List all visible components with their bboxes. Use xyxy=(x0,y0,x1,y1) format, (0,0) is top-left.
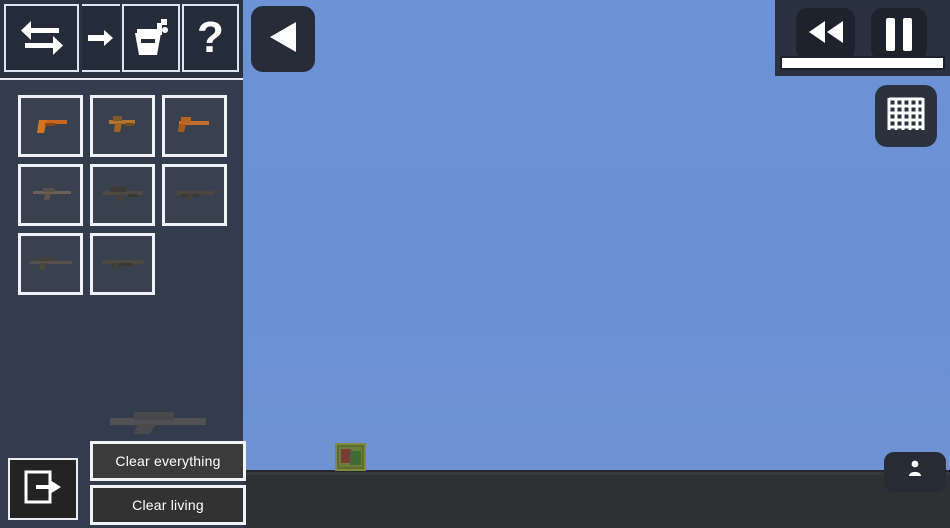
revolver-sprite xyxy=(175,112,215,141)
smg-sprite xyxy=(103,112,143,141)
grid-toggle-button[interactable] xyxy=(875,85,937,147)
move-tool-button[interactable] xyxy=(82,4,120,72)
question-mark-icon: ? xyxy=(197,13,224,62)
crate-block-prop[interactable] xyxy=(335,443,366,471)
timeline-slider[interactable] xyxy=(780,56,945,70)
game-screen: ? Clear everything Clear living xyxy=(0,0,950,528)
weapon-slot-pistol[interactable] xyxy=(18,95,83,157)
weapon-slot-rifle[interactable] xyxy=(18,164,83,226)
grid-mesh-icon xyxy=(886,94,926,139)
arrow-right-icon xyxy=(88,28,114,48)
exit-button[interactable] xyxy=(8,458,78,520)
sniper-sprite xyxy=(28,252,74,277)
swap-tool-button[interactable] xyxy=(4,4,79,72)
clear-everything-button[interactable]: Clear everything xyxy=(90,441,246,481)
weapon-slot-carbine[interactable] xyxy=(90,164,155,226)
timeline-fill xyxy=(782,58,943,68)
pause-button[interactable] xyxy=(871,8,927,60)
rifle-sprite xyxy=(29,183,73,208)
paint-tool-button[interactable] xyxy=(122,4,180,72)
rewind-icon xyxy=(807,19,845,50)
person-icon xyxy=(907,459,923,482)
back-triangle-icon xyxy=(268,20,298,59)
weapon-slot-machine-gun[interactable] xyxy=(90,233,155,295)
weapon-sidebar: ? Clear everything Clear living xyxy=(0,0,246,528)
prop-detail-b xyxy=(350,451,361,465)
exit-door-icon xyxy=(22,467,64,512)
help-tool-button[interactable]: ? xyxy=(182,4,239,72)
weapon-slot-sniper[interactable] xyxy=(18,233,83,295)
swap-arrows-icon xyxy=(19,18,65,58)
weapon-grid xyxy=(18,95,228,295)
weapon-slot-revolver[interactable] xyxy=(162,95,227,157)
shotgun-sprite xyxy=(173,183,217,208)
clear-buttons-group: Clear everything Clear living xyxy=(90,441,246,525)
weapon-slot-smg[interactable] xyxy=(90,95,155,157)
pause-icon xyxy=(886,17,912,51)
clear-living-button[interactable]: Clear living xyxy=(90,485,246,525)
spawn-button[interactable] xyxy=(884,452,946,492)
playback-panel xyxy=(775,0,950,76)
weapon-slot-shotgun[interactable] xyxy=(162,164,227,226)
rewind-button[interactable] xyxy=(796,8,855,60)
paint-bucket-icon xyxy=(131,17,171,59)
weapon-preview-sprite xyxy=(104,406,214,436)
carbine-sprite xyxy=(100,183,146,208)
back-button[interactable] xyxy=(251,6,315,72)
machine-gun-sprite xyxy=(100,252,146,277)
pistol-sprite xyxy=(31,112,71,141)
